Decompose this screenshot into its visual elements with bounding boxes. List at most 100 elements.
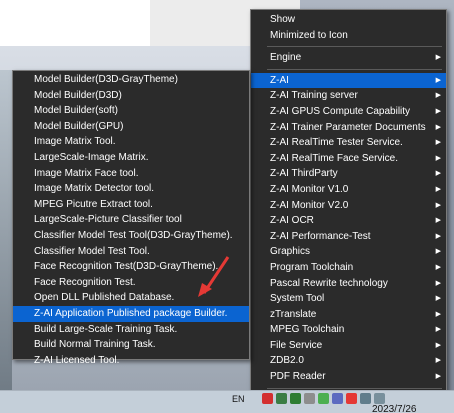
context-menu-item[interactable]: Z-AI Trainer Parameter Documents ▶ xyxy=(251,120,446,136)
right-arrow-icon: ▶ xyxy=(435,373,441,381)
menu-item-label: ZDB2.0 xyxy=(270,355,304,367)
menu-item-label: Z-AI GPUS Compute Capability xyxy=(270,105,411,117)
right-arrow-icon: ▶ xyxy=(435,92,441,100)
menu-item-label: Image Matrix Face tool. xyxy=(34,167,139,179)
context-menu-item[interactable]: Z-AI Performance-Test ▶ xyxy=(251,229,446,245)
submenu-item[interactable]: Image Matrix Tool. xyxy=(13,134,249,150)
menu-item-label: Classifier Model Test Tool(D3D-GrayTheme… xyxy=(34,229,233,241)
context-menu-item[interactable]: ZDB2.0 ▶ xyxy=(251,353,446,369)
context-menu-item[interactable]: Z-AI RealTime Tester Service. ▶ xyxy=(251,135,446,151)
context-menu-item[interactable]: Z-AI ThirdParty ▶ xyxy=(251,166,446,182)
app-tray-icon[interactable] xyxy=(262,393,273,404)
language-indicator[interactable]: EN xyxy=(232,394,245,404)
app-tray-icon[interactable] xyxy=(290,393,301,404)
submenu-item[interactable]: LargeScale-Image Matrix. xyxy=(13,150,249,166)
submenu-item[interactable]: MPEG Picutre Extract tool. xyxy=(13,197,249,213)
menu-item-label: Z-AI Training server xyxy=(270,90,358,102)
context-menu-item[interactable]: Z-AI Training server ▶ xyxy=(251,88,446,104)
submenu-item[interactable]: Model Builder(soft) xyxy=(13,103,249,119)
context-menu-item[interactable]: PDF Reader ▶ xyxy=(251,369,446,385)
menu-item-label: MPEG Toolchain xyxy=(270,324,345,336)
context-menu-item[interactable]: Program Toolchain ▶ xyxy=(251,260,446,276)
system-tray xyxy=(262,393,385,404)
submenu-item[interactable]: Z-AI Application Published package Build… xyxy=(13,305,249,322)
menu-item-label: Graphics xyxy=(270,246,311,258)
right-arrow-icon: ▶ xyxy=(435,154,441,162)
menu-item-label: Show xyxy=(270,14,296,25)
context-menu-item[interactable]: Engine ▶ xyxy=(251,50,446,66)
submenu-item[interactable]: Model Builder(D3D) xyxy=(13,88,249,104)
z-ai-submenu: Model Builder(D3D-GrayTheme) Model Builde… xyxy=(12,70,250,366)
menu-item-label: Build Large-Scale Training Task. xyxy=(34,323,178,335)
submenu-item[interactable]: Model Builder(D3D-GrayTheme) xyxy=(13,72,249,88)
menu-item-label: Model Builder(soft) xyxy=(34,105,118,117)
submenu-item[interactable]: Z-AI Licensed Tool. xyxy=(13,353,249,369)
right-arrow-icon: ▶ xyxy=(435,107,441,115)
wechat-tray-icon[interactable] xyxy=(318,393,329,404)
submenu-item[interactable]: Model Builder(GPU) xyxy=(13,119,249,135)
context-menu-item[interactable]: Graphics ▶ xyxy=(251,244,446,260)
right-arrow-icon: ▶ xyxy=(435,123,441,131)
wallpaper-left-strip xyxy=(0,70,12,396)
context-menu-item[interactable]: System Tool ▶ xyxy=(251,291,446,307)
menu-item-label: Classifier Model Test Tool. xyxy=(34,245,150,257)
menu-item-label: Z-AI OCR xyxy=(270,215,314,227)
menu-separator xyxy=(267,387,442,389)
right-arrow-icon: ▶ xyxy=(435,341,441,349)
menu-item-label: MPEG Picutre Extract tool. xyxy=(34,198,153,210)
context-menu-item[interactable]: zTranslate ▶ xyxy=(251,307,446,323)
menu-item-label: System Tool xyxy=(270,293,325,305)
right-arrow-icon: ▶ xyxy=(435,54,441,62)
context-menu-item[interactable]: Z-AI Monitor V1.0 ▶ xyxy=(251,182,446,198)
menu-item-label: Z-AI RealTime Face Service. xyxy=(270,152,398,164)
right-arrow-icon: ▶ xyxy=(435,295,441,303)
right-arrow-icon: ▶ xyxy=(435,232,441,240)
context-menu-item[interactable]: File Service ▶ xyxy=(251,338,446,354)
context-menu-item[interactable]: Pascal Rewrite technology ▶ xyxy=(251,276,446,292)
submenu-item[interactable]: LargeScale-Picture Classifier tool xyxy=(13,212,249,228)
volume-icon[interactable] xyxy=(374,393,385,404)
submenu-item[interactable]: Image Matrix Detector tool. xyxy=(13,181,249,197)
menu-item-label: Build Normal Training Task. xyxy=(34,339,156,351)
menu-item-label: LargeScale-Image Matrix. xyxy=(34,151,149,163)
menu-item-label: Image Matrix Detector tool. xyxy=(34,183,155,195)
menu-item-label: PDF Reader xyxy=(270,371,326,383)
menu-item-label: Z-AI Licensed Tool. xyxy=(34,354,120,366)
context-menu-item[interactable]: Z-AI ▶ xyxy=(251,72,446,89)
menu-item-label: LargeScale-Picture Classifier tool xyxy=(34,214,182,226)
menu-item-label: Model Builder(D3D-GrayTheme) xyxy=(34,74,178,85)
menu-item-label: Z-AI Application Published package Build… xyxy=(34,307,228,319)
submenu-item[interactable]: Classifier Model Test Tool(D3D-GrayTheme… xyxy=(13,228,249,244)
app-tray-icon[interactable] xyxy=(276,393,287,404)
right-arrow-icon: ▶ xyxy=(435,76,441,84)
right-arrow-icon: ▶ xyxy=(435,217,441,225)
menu-item-label: Model Builder(GPU) xyxy=(34,120,124,132)
right-arrow-icon: ▶ xyxy=(435,326,441,334)
menu-item-label: Face Recognition Test. xyxy=(34,276,136,288)
submenu-item[interactable]: Build Large-Scale Training Task. xyxy=(13,322,249,338)
context-menu-item[interactable]: Z-AI Monitor V2.0 ▶ xyxy=(251,198,446,214)
app-tray-icon[interactable] xyxy=(304,393,315,404)
app-tray-icon[interactable] xyxy=(346,393,357,404)
context-menu-item[interactable]: Minimized to Icon xyxy=(251,28,446,44)
menu-item-label: Minimized to Icon xyxy=(270,29,348,41)
right-arrow-icon: ▶ xyxy=(435,170,441,178)
menu-item-label: Z-AI ThirdParty xyxy=(270,168,338,180)
context-menu-item[interactable]: Show xyxy=(251,12,446,28)
context-menu-item[interactable]: MPEG Toolchain ▶ xyxy=(251,322,446,338)
context-menu-item[interactable]: Z-AI RealTime Face Service. ▶ xyxy=(251,151,446,167)
app-tray-icon[interactable] xyxy=(332,393,343,404)
right-arrow-icon: ▶ xyxy=(435,310,441,318)
tray-date[interactable]: 2023/7/26 xyxy=(372,404,417,413)
context-menu-item[interactable]: Z-AI GPUS Compute Capability ▶ xyxy=(251,104,446,120)
menu-item-label: Pascal Rewrite technology xyxy=(270,277,388,289)
submenu-item[interactable]: Build Normal Training Task. xyxy=(13,337,249,353)
submenu-item[interactable]: Image Matrix Face tool. xyxy=(13,166,249,182)
menu-item-label: Open DLL Published Database. xyxy=(34,292,175,304)
context-menu-item[interactable]: Z-AI OCR ▶ xyxy=(251,213,446,229)
right-arrow-icon: ▶ xyxy=(435,201,441,209)
menu-item-label: Z-AI Performance-Test xyxy=(270,230,371,242)
network-icon[interactable] xyxy=(360,393,371,404)
right-arrow-icon: ▶ xyxy=(435,263,441,271)
menu-item-label: Z-AI Monitor V1.0 xyxy=(270,183,349,195)
